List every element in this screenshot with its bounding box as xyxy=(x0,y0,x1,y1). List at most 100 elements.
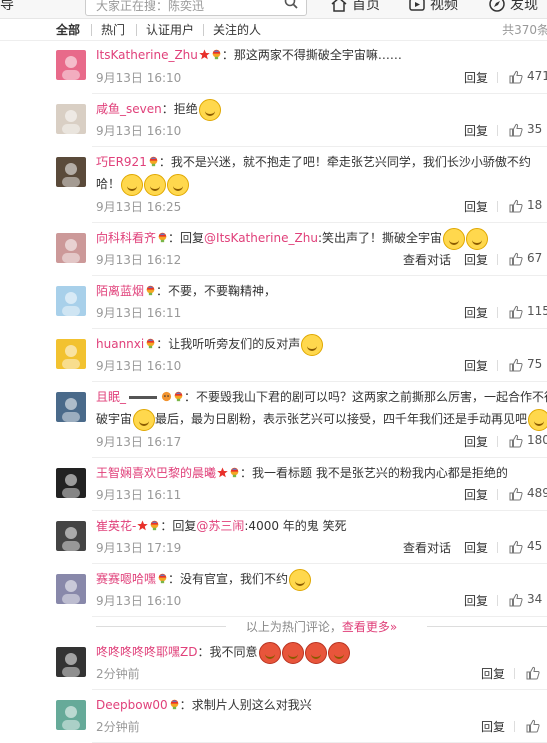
comment-time: 9月13日 16:10 xyxy=(96,594,182,608)
username-link[interactable]: 且眠_ xyxy=(96,390,126,404)
username-link[interactable]: ItsKatherine_Zhu xyxy=(96,48,198,62)
username-link[interactable]: 赛赛嗯哈嘿 xyxy=(96,572,156,586)
comment-text: 我一看标题 我不是张艺兴的粉我内心都是拒绝的 xyxy=(252,466,508,480)
divider xyxy=(427,626,547,627)
avatar[interactable] xyxy=(56,700,86,730)
reply-button[interactable]: 回复 xyxy=(481,665,505,682)
like-icon[interactable] xyxy=(509,593,523,607)
avatar[interactable] xyxy=(56,339,86,369)
avatar[interactable] xyxy=(56,647,86,677)
comment-body: ItsKatherine_Zhu ：那这两家不得撕破全宇宙嘛…… xyxy=(96,44,547,66)
search-icon[interactable] xyxy=(284,0,298,9)
comment-text: 破宇宙 xyxy=(96,412,133,426)
emoji-icon xyxy=(528,408,547,431)
username-link[interactable]: 咚咚咚咚咚耶嘿ZD xyxy=(96,645,197,659)
like-icon[interactable] xyxy=(509,252,523,266)
avatar-image xyxy=(62,706,80,730)
reply-button[interactable]: 回复 xyxy=(481,718,505,735)
avatar-image xyxy=(62,580,80,604)
username-link[interactable]: 王智娴喜欢巴黎的晨曦 xyxy=(96,466,216,480)
username-link[interactable]: 咸鱼_seven xyxy=(96,102,162,116)
avatar[interactable] xyxy=(56,286,86,316)
nav-home[interactable]: 首页 xyxy=(330,0,380,14)
reply-button[interactable]: 回复 xyxy=(464,539,488,556)
tab-hot[interactable]: 热门 xyxy=(101,21,125,38)
nav-discover[interactable]: 发现 xyxy=(488,0,538,14)
like-icon[interactable] xyxy=(509,434,523,448)
comment-body: 崔英花- ：回复@苏三闹:4000 年的鬼 笑死 xyxy=(96,515,547,537)
like-icon[interactable] xyxy=(509,199,523,213)
divider xyxy=(497,489,498,500)
avatar[interactable] xyxy=(56,104,86,134)
member-bulb-icon xyxy=(146,285,155,296)
comment-time: 2分钟前 xyxy=(96,720,140,734)
divider xyxy=(497,542,498,553)
reply-button[interactable]: 回复 xyxy=(464,251,488,268)
tab-verified[interactable]: 认证用户 xyxy=(146,21,194,38)
reply-button[interactable]: 回复 xyxy=(464,69,488,86)
emoji-icon xyxy=(258,641,281,664)
emoji-icon xyxy=(327,641,350,664)
avatar-image xyxy=(62,56,80,80)
username-link[interactable]: 陌离蓝烟 xyxy=(96,284,144,298)
like-icon[interactable] xyxy=(509,540,523,554)
mention-link[interactable]: @苏三闹 xyxy=(196,519,244,533)
avatar[interactable] xyxy=(56,574,86,604)
like-count: 75 xyxy=(527,357,543,371)
like-icon[interactable] xyxy=(509,70,523,84)
username-link[interactable]: 向科科看齐 xyxy=(96,231,156,245)
search-input[interactable]: 大家正在搜：陈奕迅 xyxy=(85,0,307,16)
username-link[interactable]: 崔英花- xyxy=(96,519,136,533)
comment-time: 9月13日 16:10 xyxy=(96,124,182,138)
reply-button[interactable]: 回复 xyxy=(464,304,488,321)
comment-body: 巧ER921 ：我不是兴迷，就不抱走了吧！牵走张艺兴同学，我们长沙小骄傲不约 xyxy=(96,151,547,173)
nav-video-label: 视频 xyxy=(430,0,458,13)
like-icon[interactable] xyxy=(526,666,540,680)
avatar[interactable] xyxy=(56,521,86,551)
comment-text: 最后，最为日剧粉，表示张艺兴可以接受，四千年我们还是手动再见吧 xyxy=(155,412,528,426)
avatar[interactable] xyxy=(56,392,86,422)
username-link[interactable]: huannxi xyxy=(96,337,144,351)
tab-all[interactable]: 全部 xyxy=(56,21,80,38)
divider xyxy=(92,275,547,276)
view-conversation-link[interactable]: 查看对话 xyxy=(403,539,451,556)
avatar[interactable] xyxy=(56,50,86,80)
comment-time: 9月13日 16:11 xyxy=(96,306,182,320)
comment-text: 没有官宣，我们不约 xyxy=(180,572,289,586)
mention-link[interactable]: @ItsKatherine_Zhu xyxy=(204,231,318,245)
comment-body: 咸鱼_seven：拒绝 xyxy=(96,98,547,121)
like-icon[interactable] xyxy=(509,305,523,319)
tab-following[interactable]: 关注的人 xyxy=(213,21,261,38)
comment-time: 9月13日 16:11 xyxy=(96,488,182,502)
like-icon[interactable] xyxy=(509,487,523,501)
nav-video[interactable]: 视频 xyxy=(408,0,458,14)
like-count: 34 xyxy=(527,592,543,606)
avatar-image xyxy=(62,527,80,551)
reply-button[interactable]: 回复 xyxy=(464,433,488,450)
member-bulb-icon xyxy=(230,467,239,478)
like-icon[interactable] xyxy=(509,358,523,372)
avatar[interactable] xyxy=(56,233,86,263)
comment-text: 求制片人别这么对我兴 xyxy=(191,698,312,712)
nav-fragment[interactable]: 导 xyxy=(0,0,14,14)
divider xyxy=(92,510,547,511)
fox-badge-icon xyxy=(161,391,172,402)
avatar-image xyxy=(62,653,80,677)
like-icon[interactable] xyxy=(509,123,523,137)
username-link[interactable]: 巧ER921 xyxy=(96,155,147,169)
reply-button[interactable]: 回复 xyxy=(464,592,488,609)
like-icon[interactable] xyxy=(526,719,540,733)
comment-body: huannxi ：让我听听旁友们的反对声 xyxy=(96,333,547,356)
reply-button[interactable]: 回复 xyxy=(464,122,488,139)
reply-button[interactable]: 回复 xyxy=(464,486,488,503)
colon: ： xyxy=(161,102,174,116)
username-link[interactable]: Deepbow00 xyxy=(96,698,168,712)
reply-button[interactable]: 回复 xyxy=(464,357,488,374)
video-icon xyxy=(409,0,425,11)
view-conversation-link[interactable]: 查看对话 xyxy=(403,251,451,268)
view-more-link[interactable]: 查看更多» xyxy=(342,620,397,634)
avatar[interactable] xyxy=(56,157,86,187)
avatar[interactable] xyxy=(56,468,86,498)
colon: ： xyxy=(197,645,210,659)
reply-button[interactable]: 回复 xyxy=(464,198,488,215)
